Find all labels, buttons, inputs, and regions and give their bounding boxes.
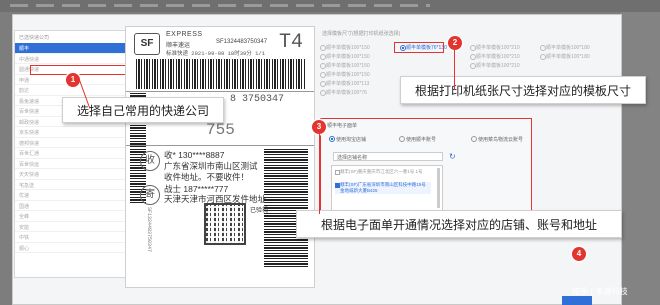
ewaybill-settings: 顺丰电子面单 使用淘宝店铺 使用顺丰账号 使用菜鸟物流云账号 选择店铺名称 ↻ … [320,118,532,216]
radio-taobao-shop[interactable]: 使用淘宝店铺 [329,136,366,143]
size-option[interactable]: 顺丰单模板100*76 [320,89,367,96]
company-item[interactable]: 百世快运 [15,159,125,169]
company-item[interactable]: 天天快递 [15,169,125,180]
size-option[interactable]: 顺丰单模板100*210 [470,44,520,51]
size-option[interactable]: 顺丰单模板100*113 [320,80,369,87]
step-badge-1: 1 [66,73,80,87]
leader-line-2 [454,50,455,90]
company-item[interactable]: 顺心 [15,243,125,253]
leader-line-3 [319,134,320,214]
size-option[interactable]: 顺丰单模板100*150 [320,71,370,78]
waybill-vertical-number: SF1324483750347 [146,207,152,253]
callout-step-3: 根据电子面单开通情况选择对应的店铺、账号和地址 [296,210,622,238]
ewaybill-title: 顺丰电子面单 [327,123,358,129]
company-item[interactable]: 优速 [15,190,125,201]
size-option[interactable]: 顺丰单模板100*150 [320,62,370,69]
sf-logo: SF [134,33,160,55]
radio-sf-account[interactable]: 使用顺丰账号 [399,136,436,143]
company-item[interactable]: 宅急送 [15,180,125,190]
step-badge-2: 2 [448,36,462,50]
size-option[interactable]: 顺丰单模板100*210 [470,62,520,69]
selected-company-highlight [30,65,126,75]
recipient-address-2: 收件地址。不要收件！ [164,172,250,182]
size-panel-title: 选择模板尺寸(根据打印机纸张选择) [322,31,401,37]
size-option[interactable]: 顺丰单模板100*210 [470,53,520,60]
company-item[interactable]: 德邦快递 [15,138,125,148]
watermark: 知乎 | 丰速科技 [572,287,628,296]
waybill-meta: 标准快递 2021-09-09 18时39分 1/1 [166,50,266,57]
company-item[interactable]: 全峰 [15,211,125,222]
shop-select[interactable]: 选择店铺名称 [333,152,443,161]
size-option[interactable]: 顺丰单模板100*180 [540,53,590,60]
express-list-title: 已选快递公司 [19,35,50,41]
waybill-barcode-top [136,59,306,89]
waybill-region-code: T4 [279,31,304,54]
callout-step-2: 根据打印机纸张尺寸选择对应的模板尺寸 [400,76,646,104]
waybill-sort-code: 755 [206,121,235,139]
selected-size-highlight [394,42,444,53]
address-list: 顺丰(SF)重庆重庆市江北区六一巷1号 1号 顺丰(SF)广东省深圳市南山区科技… [331,165,443,211]
background-toolbar [0,0,660,12]
waybill-barcode-right [264,147,308,267]
company-item[interactable]: 顺丰 [15,43,125,54]
company-item[interactable]: 百世汇通 [15,148,125,159]
waybill-number-mid: 8 3750347 [230,94,285,105]
waybill-express-label: EXPRESS [166,31,203,38]
waybill-number-top: SF1324483750347 [216,39,268,45]
refresh-icon[interactable]: ↻ [449,152,456,161]
step-badge-4: 4 [572,247,586,261]
screenshot-stage: 已选快递公司 顺丰 中通快递 圆通快递 申通 韵达 极兔速递 百世快递 邮政快递 京东快递 德邦快… [0,0,660,305]
address-option-2[interactable]: 顺丰(SF)广东省深圳市南山区科技中路15号 金地威新大厦B425 [335,182,431,194]
waybill-brand: 顺丰速运 [166,43,191,49]
signed-label: 已验视 [250,208,269,214]
radio-cainiao-account[interactable]: 使用菜鸟物流云账号 [471,136,523,143]
size-option[interactable]: 顺丰单模板100*180 [540,44,590,51]
size-option[interactable]: 顺丰单模板100*150 [320,44,370,51]
background-right-area [620,12,660,305]
size-option[interactable]: 顺丰单模板100*150 [320,53,370,60]
confirm-button[interactable] [562,296,592,305]
company-item[interactable]: 京东快递 [15,127,125,138]
waybill-qr-code [204,203,246,245]
recipient-circle: 收 [140,151,160,171]
company-item[interactable]: 国通 [15,201,125,211]
company-item[interactable]: 安能 [15,222,125,232]
waybill-preview: SF EXPRESS 顺丰速运 SF1324483750347 T4 标准快递 … [125,26,315,288]
company-item[interactable]: 中通快递 [15,54,125,64]
step-badge-3: 3 [312,120,326,134]
sender-circle: 寄 [140,185,160,205]
address-option-1[interactable]: 顺丰(SF)重庆重庆市江北区六一巷1号 1号 [335,169,431,175]
address-list-scrollbar[interactable] [437,168,440,208]
company-item[interactable]: 中铁 [15,232,125,243]
